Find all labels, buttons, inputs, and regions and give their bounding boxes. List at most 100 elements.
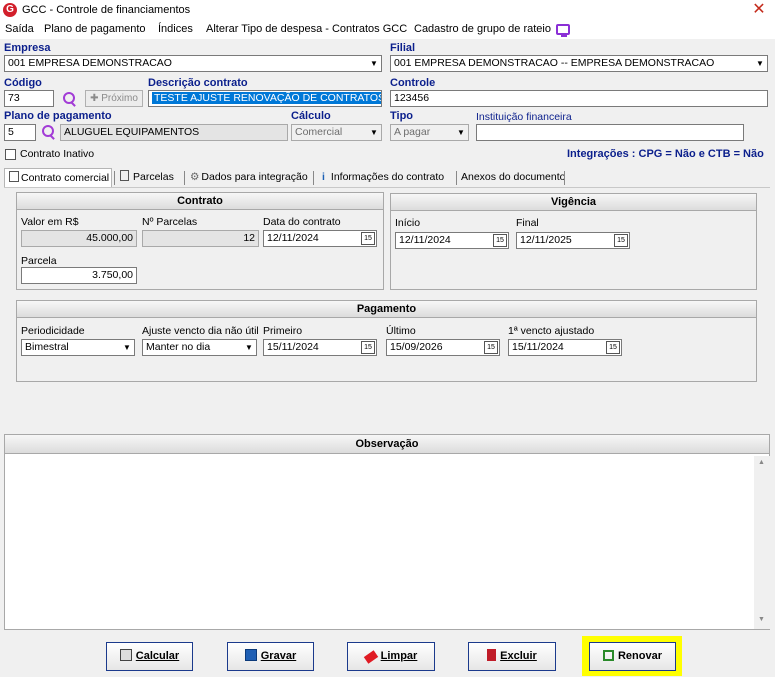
ultimo-label: Último <box>386 325 416 337</box>
tab-dados-integracao[interactable]: ⚙ Dados para integração <box>188 168 308 187</box>
observacao-panel: Observação ▲ ▼ <box>4 434 770 630</box>
menu-plano-pagamento[interactable]: Plano de pagamento <box>44 23 146 35</box>
limpar-label: Limpar <box>380 650 418 662</box>
vigencia-header: Vigência <box>391 194 756 211</box>
chevron-down-icon[interactable]: ▼ <box>242 340 256 355</box>
info-icon: i <box>322 171 325 183</box>
plano-code-input[interactable]: 5 <box>4 124 36 141</box>
gravar-button[interactable]: Gravar <box>227 642 314 671</box>
inicio-value: 12/11/2024 <box>399 234 451 246</box>
codigo-label: Código <box>4 77 42 89</box>
chevron-down-icon[interactable]: ▼ <box>120 340 134 355</box>
renovar-label: Renovar <box>617 650 663 662</box>
ajuste-select[interactable]: Manter no dia ▼ <box>142 339 257 356</box>
contrato-group: Contrato Valor em R$ 45.000,00 Nº Parcel… <box>16 192 384 290</box>
codigo-input[interactable]: 73 <box>4 90 54 107</box>
calculo-label: Cálculo <box>291 110 331 122</box>
final-value: 12/11/2025 <box>520 234 572 246</box>
chevron-down-icon: ▼ <box>370 128 378 137</box>
gear-icon: ⚙ <box>190 171 200 183</box>
periodicidade-select[interactable]: Bimestral ▼ <box>21 339 135 356</box>
calculator-icon <box>119 649 132 661</box>
contrato-header: Contrato <box>17 193 383 210</box>
scroll-down-icon[interactable]: ▼ <box>758 616 765 623</box>
ultimo-input[interactable]: 15/09/2026 15 <box>386 339 500 356</box>
final-label: Final <box>516 217 539 229</box>
vencto-ajustado-value: 15/11/2024 <box>512 341 564 353</box>
calendar-icon[interactable]: 15 <box>493 234 507 247</box>
tab-parcelas[interactable]: Parcelas <box>118 168 174 187</box>
calculo-value: Comercial <box>295 126 343 138</box>
tab-label: Informações do contrato <box>330 171 445 183</box>
menu-indices[interactable]: Índices <box>158 23 193 35</box>
scroll-up-icon[interactable]: ▲ <box>758 459 765 466</box>
gravar-label: Gravar <box>260 650 297 662</box>
eraser-icon <box>363 650 378 664</box>
empresa-select[interactable]: 001 EMPRESA DEMONSTRACAO ▼ <box>4 55 382 72</box>
chevron-down-icon[interactable]: ▼ <box>367 56 381 71</box>
filial-select[interactable]: 001 EMPRESA DEMONSTRACAO -- EMPRESA DEMO… <box>390 55 768 72</box>
tab-label: Contrato comercial <box>21 172 110 184</box>
instituicao-input[interactable] <box>476 124 744 141</box>
controle-input[interactable]: 123456 <box>390 90 768 107</box>
copy-icon <box>602 650 614 661</box>
tipo-label: Tipo <box>390 110 414 122</box>
inicio-input[interactable]: 12/11/2024 15 <box>395 232 509 249</box>
final-input[interactable]: 12/11/2025 15 <box>516 232 630 249</box>
filial-label: Filial <box>390 42 416 54</box>
proximo-button[interactable]: ✚ Próximo <box>85 90 143 107</box>
list-icon <box>120 170 129 181</box>
calendar-icon[interactable]: 15 <box>484 341 498 354</box>
display-icon[interactable] <box>556 24 570 37</box>
tab-informacoes[interactable]: i Informações do contrato <box>317 168 444 187</box>
menu-alterar-tipo-despesa[interactable]: Alterar Tipo de despesa - Contratos GCC <box>206 23 407 35</box>
proximo-label: Próximo <box>101 93 138 104</box>
tipo-value: A pagar <box>394 126 431 138</box>
tab-label: Dados para integração <box>201 171 308 183</box>
tipo-select: A pagar ▼ <box>390 124 469 141</box>
tab-contrato-comercial[interactable]: Contrato comercial <box>4 168 112 187</box>
search-icon[interactable] <box>61 91 77 107</box>
tab-anexos[interactable]: Anexos do documento <box>459 168 566 187</box>
limpar-button[interactable]: Limpar <box>347 642 435 671</box>
inativo-checkbox[interactable] <box>5 149 16 160</box>
descricao-input[interactable]: TESTE AJUSTE RENOVAÇÃO DE CONTRATOS <box>148 90 382 107</box>
periodicidade-label: Periodicidade <box>21 325 85 337</box>
calculo-select: Comercial ▼ <box>291 124 382 141</box>
parcela-label: Parcela <box>21 255 57 267</box>
menu-cadastro-grupo-rateio[interactable]: Cadastro de grupo de rateio <box>414 23 551 35</box>
floppy-icon <box>244 649 257 661</box>
tab-label: Anexos do documento <box>461 171 566 183</box>
instituicao-label: Instituição financeira <box>476 111 572 123</box>
valor-field: 45.000,00 <box>21 230 137 247</box>
excluir-button[interactable]: Excluir <box>468 642 556 671</box>
excluir-label: Excluir <box>500 650 537 662</box>
renovar-button[interactable]: Renovar <box>589 642 676 671</box>
periodicidade-value: Bimestral <box>25 341 69 353</box>
primeiro-input[interactable]: 15/11/2024 15 <box>263 339 377 356</box>
chevron-down-icon[interactable]: ▼ <box>753 56 767 71</box>
nparcelas-label: Nº Parcelas <box>142 216 198 228</box>
document-icon <box>9 171 19 182</box>
vencto-ajustado-input[interactable]: 15/11/2024 15 <box>508 339 622 356</box>
integracoes-status: Integrações : CPG = Não e CTB = Não <box>567 148 764 160</box>
observacao-textarea[interactable] <box>7 456 752 627</box>
search-icon[interactable] <box>40 124 56 140</box>
empresa-label: Empresa <box>4 42 51 54</box>
plus-icon: ✚ <box>90 93 102 104</box>
calendar-icon[interactable]: 15 <box>361 232 375 245</box>
close-icon[interactable]: ✕ <box>744 0 774 20</box>
nparcelas-field: 12 <box>142 230 259 247</box>
title-bar: G GCC - Controle de financiamentos ✕ <box>0 0 775 22</box>
inicio-label: Início <box>395 217 421 229</box>
parcela-input[interactable]: 3.750,00 <box>21 267 137 284</box>
data-contrato-input[interactable]: 12/11/2024 15 <box>263 230 377 247</box>
observacao-scrollbar[interactable]: ▲ ▼ <box>754 456 770 629</box>
menu-saida[interactable]: Saída <box>5 23 34 35</box>
calendar-icon[interactable]: 15 <box>606 341 620 354</box>
data-contrato-label: Data do contrato <box>263 216 341 228</box>
trash-icon <box>487 649 497 661</box>
calendar-icon[interactable]: 15 <box>614 234 628 247</box>
calcular-button[interactable]: Calcular <box>106 642 193 671</box>
calendar-icon[interactable]: 15 <box>361 341 375 354</box>
